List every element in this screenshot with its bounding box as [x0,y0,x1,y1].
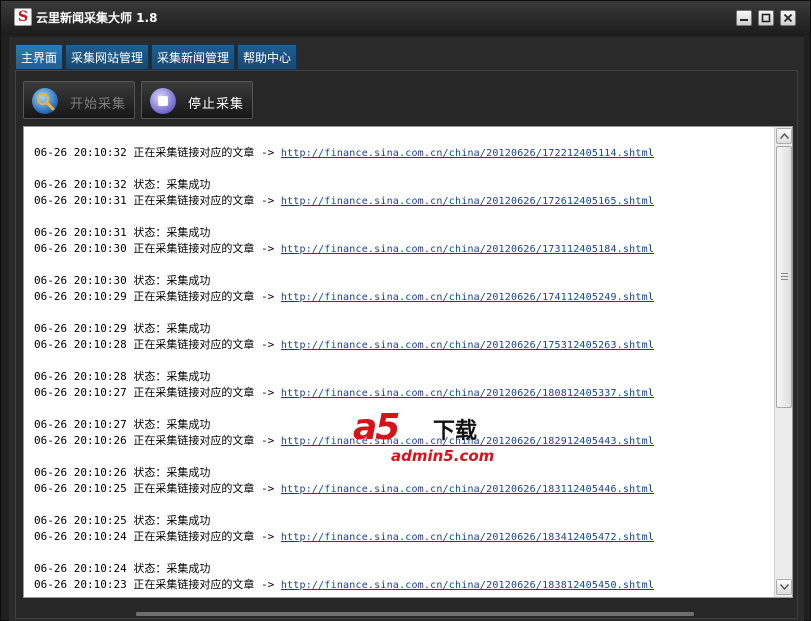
log-action-text: 06-26 20:10:30 正在采集链接对应的文章 -> [34,242,281,255]
tab-site-management[interactable]: 采集网站管理 [65,44,150,70]
log-action-text: 06-26 20:10:25 正在采集链接对应的文章 -> [34,482,281,495]
maximize-icon [761,13,771,23]
start-collect-label: 开始采集 [70,97,127,112]
log-entry: 06-26 20:10:25 状态：采集成功 06-26 20:10:24 正在采… [34,513,764,561]
main-panel: 开始采集 停止采集 06-26 20:10:32 正在采集链接对应的文章 -> … [15,70,798,619]
watermark-url: admin5.com [391,447,495,465]
log-textbox[interactable]: 06-26 20:10:32 正在采集链接对应的文章 -> http://fin… [23,126,793,598]
tab-help-center[interactable]: 帮助中心 [237,44,298,70]
log-action-line: 06-26 20:10:24 正在采集链接对应的文章 -> http://fin… [34,529,764,545]
scroll-down-icon [780,584,789,590]
log-action-line: 06-26 20:10:30 正在采集链接对应的文章 -> http://fin… [34,241,764,257]
app-window: S 云里新闻采集大师 1.8 主界面 采集网站管理 采集新闻管理 帮助中心 开始… [0,0,811,621]
log-lines: 06-26 20:10:32 正在采集链接对应的文章 -> http://fin… [34,129,764,597]
log-action-line: 06-26 20:10:23 正在采集链接对应的文章 -> http://fin… [34,577,764,593]
log-action-text: 06-26 20:10:27 正在采集链接对应的文章 -> [34,386,281,399]
title-bar[interactable]: S 云里新闻采集大师 1.8 [1,1,810,35]
article-link[interactable]: http://finance.sina.com.cn/china/2012062… [281,340,654,351]
article-link[interactable]: http://finance.sina.com.cn/china/2012062… [281,196,654,207]
log-entry: 06-26 20:10:30 状态：采集成功 06-26 20:10:29 正在采… [34,273,764,321]
tab-news-management[interactable]: 采集新闻管理 [151,44,236,70]
log-entry: 06-26 20:10:29 状态：采集成功 06-26 20:10:28 正在采… [34,321,764,369]
article-link[interactable]: http://finance.sina.com.cn/china/2012062… [281,148,654,159]
horizontal-scroll-indicator[interactable] [136,612,694,616]
article-link[interactable]: http://finance.sina.com.cn/china/2012062… [281,484,654,495]
log-entry: 06-26 20:10:24 状态：采集成功 06-26 20:10:23 正在采… [34,561,764,597]
log-action-text: 06-26 20:10:28 正在采集链接对应的文章 -> [34,338,281,351]
log-action-text: 06-26 20:10:23 正在采集链接对应的文章 -> [34,578,281,591]
article-link[interactable]: http://finance.sina.com.cn/china/2012062… [281,388,654,399]
close-button[interactable] [780,10,796,26]
start-collect-button[interactable]: 开始采集 [23,81,135,119]
log-action-line: 06-26 20:10:29 正在采集链接对应的文章 -> http://fin… [34,289,764,305]
minimize-button[interactable] [736,10,752,26]
log-status-line: 06-26 20:10:25 状态：采集成功 [34,514,211,527]
log-action-line: 06-26 20:10:32 正在采集链接对应的文章 -> http://fin… [34,145,764,161]
tab-main[interactable]: 主界面 [15,44,64,70]
watermark-logo: a5 [353,407,400,448]
scroll-up-icon [780,133,789,139]
tab-bar: 主界面 采集网站管理 采集新闻管理 帮助中心 [15,44,299,70]
article-link[interactable]: http://finance.sina.com.cn/china/2012062… [281,580,654,591]
stop-collect-button[interactable]: 停止采集 [141,81,253,119]
log-action-line: 06-26 20:10:31 正在采集链接对应的文章 -> http://fin… [34,193,764,209]
log-action-line: 06-26 20:10:25 正在采集链接对应的文章 -> http://fin… [34,481,764,497]
log-entry: 06-26 20:10:32 正在采集链接对应的文章 -> http://fin… [34,129,764,177]
close-icon [783,13,793,23]
log-action-line: 06-26 20:10:27 正在采集链接对应的文章 -> http://fin… [34,385,764,401]
log-entry: 06-26 20:10:32 状态：采集成功 06-26 20:10:31 正在采… [34,177,764,225]
log-status-line: 06-26 20:10:29 状态：采集成功 [34,322,211,335]
stop-icon [150,88,176,114]
watermark: a5 下载 admin5.com [349,407,509,469]
log-status-line: 06-26 20:10:28 状态：采集成功 [34,370,211,383]
log-action-text: 06-26 20:10:24 正在采集链接对应的文章 -> [34,530,281,543]
article-link[interactable]: http://finance.sina.com.cn/china/2012062… [281,292,654,303]
log-action-text: 06-26 20:10:29 正在采集链接对应的文章 -> [34,290,281,303]
scroll-down-button[interactable] [776,579,792,595]
stop-collect-label: 停止采集 [188,97,245,112]
maximize-button[interactable] [758,10,774,26]
window-title: 云里新闻采集大师 1.8 [36,11,158,25]
article-link[interactable]: http://finance.sina.com.cn/china/2012062… [281,532,654,543]
scroll-up-button[interactable] [776,128,792,144]
log-status-line: 06-26 20:10:31 状态：采集成功 [34,226,211,239]
log-entry: 06-26 20:10:26 状态：采集成功 06-26 20:10:25 正在采… [34,465,764,513]
log-status-line [34,129,764,145]
app-logo-icon: S [14,8,32,26]
log-status-line: 06-26 20:10:32 状态：采集成功 [34,178,211,191]
main-content: 主界面 采集网站管理 采集新闻管理 帮助中心 开始采集 停止采集 06-26 2… [9,37,804,621]
article-link[interactable]: http://finance.sina.com.cn/china/2012062… [281,244,654,255]
log-action-text: 06-26 20:10:26 正在采集链接对应的文章 -> [34,434,281,447]
scroll-thumb[interactable] [776,146,792,408]
watermark-label: 下载 [433,419,478,444]
log-status-line: 06-26 20:10:24 状态：采集成功 [34,562,211,575]
vertical-scrollbar[interactable] [774,127,792,597]
minimize-icon [740,19,748,21]
log-entry: 06-26 20:10:31 状态：采集成功 06-26 20:10:30 正在采… [34,225,764,273]
scroll-grip-icon [781,273,788,281]
log-action-text: 06-26 20:10:31 正在采集链接对应的文章 -> [34,194,281,207]
log-status-line: 06-26 20:10:30 状态：采集成功 [34,274,211,287]
log-action-line: 06-26 20:10:28 正在采集链接对应的文章 -> http://fin… [34,337,764,353]
log-action-text: 06-26 20:10:32 正在采集链接对应的文章 -> [34,146,281,159]
search-globe-icon [32,88,58,114]
